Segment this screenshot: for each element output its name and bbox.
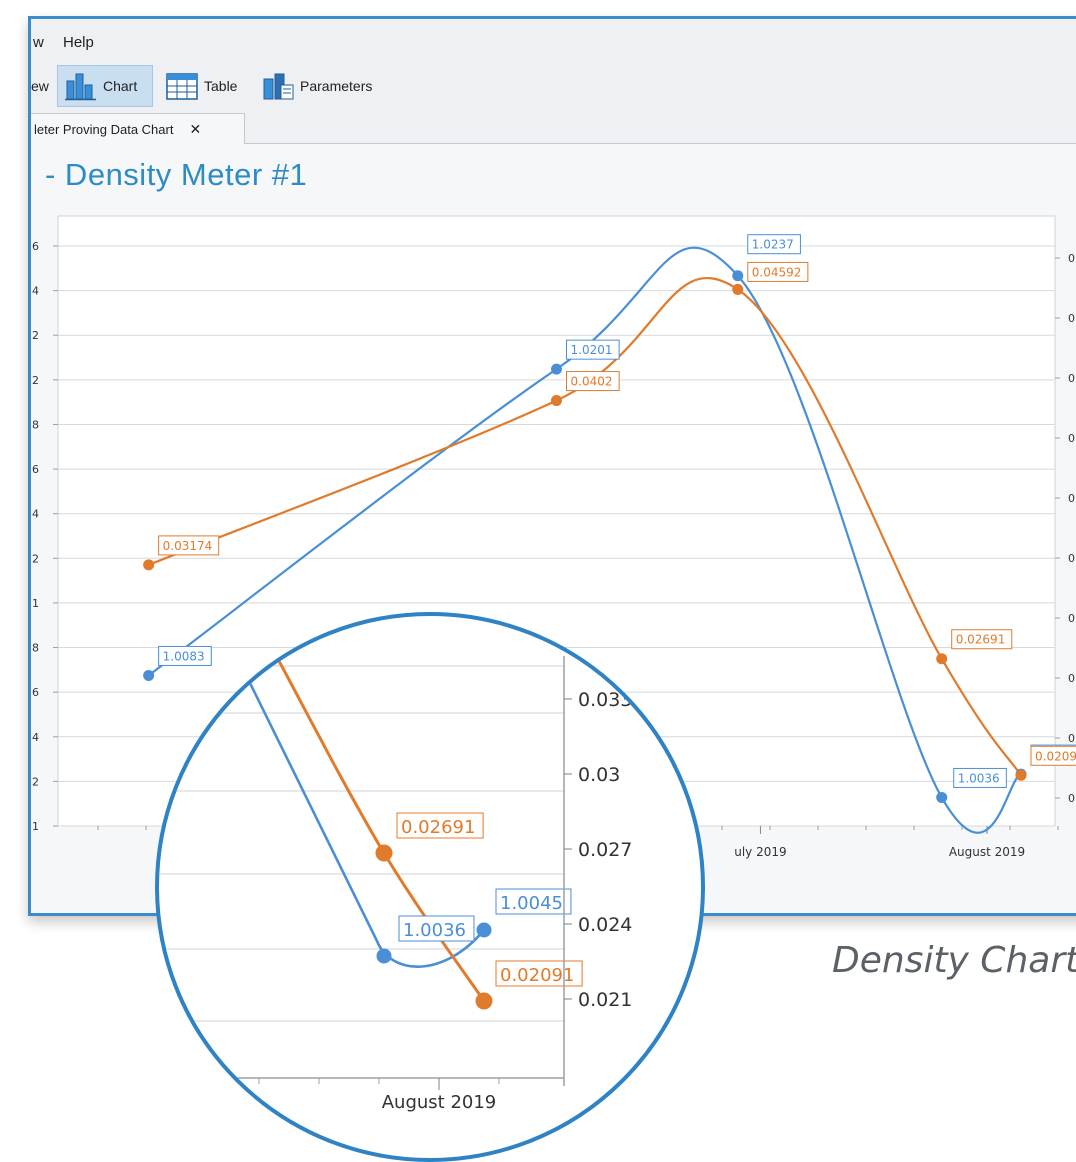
data-label: 1.0036 <box>958 771 1000 785</box>
data-label: 0.02091 <box>1035 749 1076 763</box>
mag-y-tick-label: 0.027 <box>578 839 632 861</box>
mag-data-point <box>476 922 492 938</box>
mag-data-label: 1.0045 <box>500 893 563 914</box>
mag-data-point <box>375 844 393 862</box>
mag-y-tick-label: 0.03 <box>578 764 620 786</box>
data-label: 0.04592 <box>752 265 802 279</box>
right-tick-label: 0 <box>1068 552 1075 565</box>
mag-data-point <box>475 992 493 1010</box>
left-tick-label: 4 <box>32 508 39 521</box>
mag-data-label: 0.02691 <box>401 817 475 838</box>
data-label: 1.0237 <box>752 238 794 252</box>
data-label: 0.03174 <box>163 539 213 553</box>
magnified-chart: 1.00361.00450.026910.02091 0.0330.030.02… <box>159 656 632 1113</box>
x-tick-label: August 2019 <box>949 845 1025 859</box>
mag-x-tick-label: August 2019 <box>382 1092 497 1113</box>
data-point <box>551 363 562 375</box>
left-tick-label: 6 <box>32 240 39 253</box>
left-tick-label: 2 <box>32 329 39 342</box>
mag-y-tick-label: 0.021 <box>578 989 632 1011</box>
mag-data-label: 1.0036 <box>403 920 466 941</box>
right-tick-label: 0 <box>1068 672 1075 685</box>
right-tick-label: 0 <box>1068 372 1075 385</box>
data-point <box>732 270 744 282</box>
right-tick-label: 0 <box>1068 312 1075 325</box>
left-tick-label: 4 <box>32 731 39 744</box>
data-label: 0.02691 <box>956 633 1006 647</box>
right-tick-label: 0 <box>1068 492 1075 505</box>
data-point <box>936 791 948 803</box>
left-tick-label: 2 <box>32 775 39 788</box>
data-point <box>143 559 155 571</box>
magnified-chart-data-labels: 1.00361.00450.026910.02091 <box>396 812 583 987</box>
data-label: 1.0201 <box>571 343 613 357</box>
left-tick-label: 1 <box>32 820 39 833</box>
data-point <box>1015 769 1027 781</box>
left-tick-label: 4 <box>32 285 39 298</box>
data-point <box>936 653 948 665</box>
left-tick-label: 8 <box>32 418 39 431</box>
caption: Density Chart <box>832 940 1076 981</box>
x-tick-label: uly 2019 <box>734 845 786 859</box>
mag-data-point <box>376 948 392 964</box>
left-tick-label: 2 <box>32 374 39 387</box>
left-tick-label: 6 <box>32 463 39 476</box>
right-tick-label: 0 <box>1068 432 1075 445</box>
data-point <box>732 283 744 295</box>
mag-y-tick-label: 0.033 <box>578 689 632 711</box>
left-tick-label: 8 <box>32 642 39 655</box>
right-tick-label: 0 <box>1068 252 1075 265</box>
left-tick-label: 6 <box>32 686 39 699</box>
left-tick-label: 1 <box>32 597 39 610</box>
magnified-chart-axis: 0.033 0.03 0.027 0.024 0.021 August 2019 <box>159 656 632 1113</box>
data-label: 1.0083 <box>163 649 205 663</box>
left-tick-label: 2 <box>32 552 39 565</box>
data-point <box>551 395 562 407</box>
mag-y-tick-label: 0.024 <box>578 914 632 936</box>
data-point <box>143 669 155 681</box>
right-tick-label: 0 <box>1068 732 1075 745</box>
magnifier-lens: 1.0036 1.0045 0.02691 0.02091 0.033 0.03 0.02… <box>155 612 705 1162</box>
right-tick-label: 0 <box>1068 612 1075 625</box>
data-label: 0.0402 <box>571 375 613 389</box>
right-tick-label: 0 <box>1068 792 1075 805</box>
